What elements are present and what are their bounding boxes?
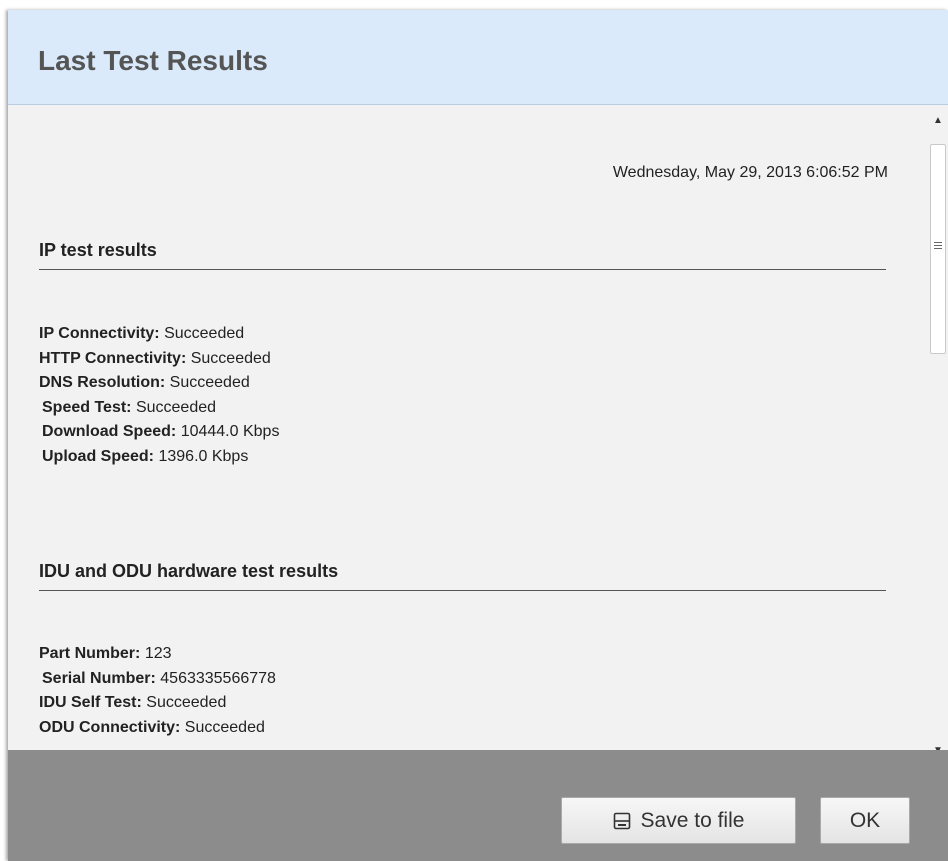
- results-content: Wednesday, May 29, 2013 6:06:52 PM IP te…: [8, 106, 928, 760]
- hardware-results-list: Part Number: 123 Serial Number: 45633355…: [39, 642, 276, 740]
- vertical-scrollbar[interactable]: ▲ ▼: [928, 106, 948, 760]
- save-button-label: Save to file: [640, 808, 745, 832]
- speed-test-row: Speed Test: Succeeded: [39, 396, 279, 421]
- ip-connectivity-row: IP Connectivity: Succeeded: [39, 322, 279, 347]
- row-value: Succeeded: [135, 398, 217, 416]
- serial-number-row: Serial Number: 4563335566778: [39, 667, 276, 692]
- dialog-footer: Save to file OK: [8, 750, 948, 861]
- row-label: IP Connectivity:: [39, 325, 160, 342]
- scroll-up-arrow-icon[interactable]: ▲: [933, 116, 943, 126]
- row-value: 4563335566778: [160, 669, 276, 687]
- row-value: 10444.0 Kbps: [180, 423, 280, 440]
- save-to-file-button[interactable]: Save to file: [561, 797, 796, 844]
- row-value: Succeeded: [164, 325, 245, 342]
- row-label: Download Speed:: [42, 423, 177, 440]
- row-value: Succeeded: [190, 349, 271, 367]
- ip-results-list: IP Connectivity: Succeeded HTTP Connecti…: [39, 322, 279, 469]
- ok-button[interactable]: OK: [820, 797, 910, 844]
- upload-speed-row: Upload Speed: 1396.0 Kbps: [39, 445, 279, 470]
- test-results-dialog: Last Test Results Wednesday, May 29, 201…: [8, 10, 948, 861]
- row-value: 123: [144, 645, 172, 662]
- ok-button-label: OK: [849, 808, 881, 832]
- row-value: Succeeded: [184, 718, 265, 736]
- scrollbar-thumb[interactable]: [930, 144, 946, 354]
- odu-connectivity-row: ODU Connectivity: Succeeded: [39, 716, 276, 741]
- row-value: Succeeded: [169, 374, 250, 391]
- dns-resolution-row: DNS Resolution: Succeeded: [39, 371, 279, 396]
- row-value: 1396.0 Kbps: [158, 447, 249, 465]
- row-label: ODU Connectivity:: [39, 718, 181, 736]
- row-value: Succeeded: [146, 694, 227, 711]
- test-timestamp: Wednesday, May 29, 2013 6:06:52 PM: [612, 164, 888, 181]
- http-connectivity-row: HTTP Connectivity: Succeeded: [39, 347, 279, 372]
- row-label: DNS Resolution:: [39, 374, 166, 391]
- grip-icon: [934, 242, 942, 252]
- save-icon: [613, 812, 630, 829]
- idu-self-test-row: IDU Self Test: Succeeded: [39, 691, 276, 716]
- row-label: Upload Speed:: [42, 447, 155, 465]
- row-label: Speed Test:: [42, 398, 132, 416]
- dialog-title: Last Test Results: [38, 45, 268, 76]
- ip-section-title: IP test results: [39, 240, 886, 270]
- dialog-header: Last Test Results: [8, 10, 948, 105]
- row-label: Serial Number:: [42, 669, 156, 687]
- download-speed-row: Download Speed: 10444.0 Kbps: [39, 420, 279, 445]
- row-label: Part Number:: [39, 645, 141, 662]
- row-label: IDU Self Test:: [39, 694, 142, 711]
- hardware-section-title: IDU and ODU hardware test results: [39, 561, 886, 591]
- part-number-row: Part Number: 123: [39, 642, 276, 667]
- row-label: HTTP Connectivity:: [39, 349, 187, 367]
